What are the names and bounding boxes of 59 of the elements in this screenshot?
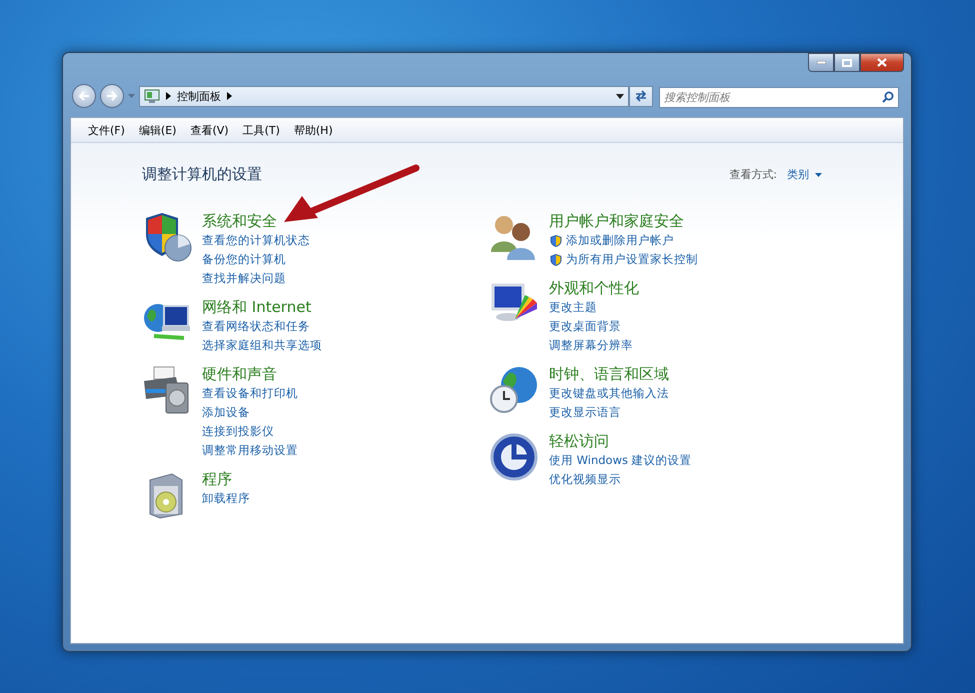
task-link[interactable]: 查看网络状态和任务 xyxy=(202,317,310,336)
search-icon xyxy=(882,90,894,102)
forward-button[interactable] xyxy=(100,84,124,108)
category-link[interactable]: 网络和 Internet xyxy=(202,298,312,317)
chevron-icon xyxy=(166,92,171,100)
refresh-icon xyxy=(634,90,648,102)
address-bar[interactable]: 控制面板 xyxy=(139,86,629,106)
task-link[interactable]: 调整常用移动设置 xyxy=(202,441,298,460)
menu-item[interactable]: 帮助(H) xyxy=(288,120,338,140)
task-link[interactable]: 更改显示语言 xyxy=(549,403,621,422)
menu-item[interactable]: 编辑(E) xyxy=(134,120,182,140)
task-link[interactable]: 更改键盘或其他输入法 xyxy=(549,384,669,403)
close-button[interactable] xyxy=(860,53,904,72)
menu-item[interactable]: 工具(T) xyxy=(238,120,285,140)
task-link[interactable]: 查看设备和打印机 xyxy=(202,384,298,403)
chevron-icon xyxy=(227,92,232,100)
refresh-button[interactable] xyxy=(629,86,653,106)
task-link[interactable]: 选择家庭组和共享选项 xyxy=(202,336,322,355)
back-button[interactable] xyxy=(72,84,96,108)
task-link[interactable]: 调整屏幕分辨率 xyxy=(549,336,633,355)
task-link[interactable]: 连接到投影仪 xyxy=(202,422,274,441)
minimize-icon xyxy=(816,61,826,64)
breadcrumb[interactable]: 控制面板 xyxy=(177,88,221,104)
maximize-button[interactable] xyxy=(834,53,860,72)
task-link[interactable]: 查看您的计算机状态 xyxy=(202,231,310,250)
menu-item[interactable]: 文件(F) xyxy=(83,120,130,140)
task-link[interactable]: 使用 Windows 建议的设置 xyxy=(549,451,692,470)
shield-icon xyxy=(549,252,563,266)
task-link[interactable]: 备份您的计算机 xyxy=(202,250,286,269)
task-link[interactable]: 查找并解决问题 xyxy=(202,269,286,288)
task-link[interactable]: 更改主题 xyxy=(549,298,597,317)
category-link[interactable]: 时钟、语言和区域 xyxy=(549,365,669,384)
globe-clock-icon xyxy=(489,365,539,415)
search-field[interactable]: 搜索控制面板 xyxy=(659,86,899,108)
forward-arrow-icon xyxy=(106,91,118,101)
category-link[interactable]: 轻松访问 xyxy=(549,432,609,451)
control-panel-icon xyxy=(144,89,160,103)
task-link[interactable]: 添加设备 xyxy=(202,403,250,422)
category-link[interactable]: 用户帐户和家庭安全 xyxy=(549,212,684,231)
caret-icon xyxy=(815,172,822,176)
maximize-icon xyxy=(842,58,852,66)
dropdown-caret-icon[interactable] xyxy=(616,94,624,98)
category-link[interactable]: 系统和安全 xyxy=(202,212,277,231)
category-link[interactable]: 硬件和声音 xyxy=(202,365,277,384)
menu-item[interactable]: 查看(V) xyxy=(185,120,234,140)
category-link[interactable]: 程序 xyxy=(202,470,232,489)
page-title: 调整计算机的设置 xyxy=(142,165,262,184)
view-by-label: 查看方式: xyxy=(729,167,777,182)
category-link[interactable]: 外观和个性化 xyxy=(549,279,639,298)
shield-icon xyxy=(549,234,563,248)
task-link[interactable]: 添加或删除用户帐户 xyxy=(566,231,674,250)
task-link[interactable]: 优化视频显示 xyxy=(549,470,621,489)
close-icon xyxy=(877,58,887,67)
view-by-dropdown[interactable]: 类别 xyxy=(787,167,822,182)
task-link[interactable]: 更改桌面背景 xyxy=(549,317,621,336)
task-link[interactable]: 为所有用户设置家长控制 xyxy=(566,250,698,269)
back-arrow-icon xyxy=(78,91,90,101)
task-link[interactable]: 卸载程序 xyxy=(202,489,250,508)
minimize-button[interactable] xyxy=(808,53,834,72)
